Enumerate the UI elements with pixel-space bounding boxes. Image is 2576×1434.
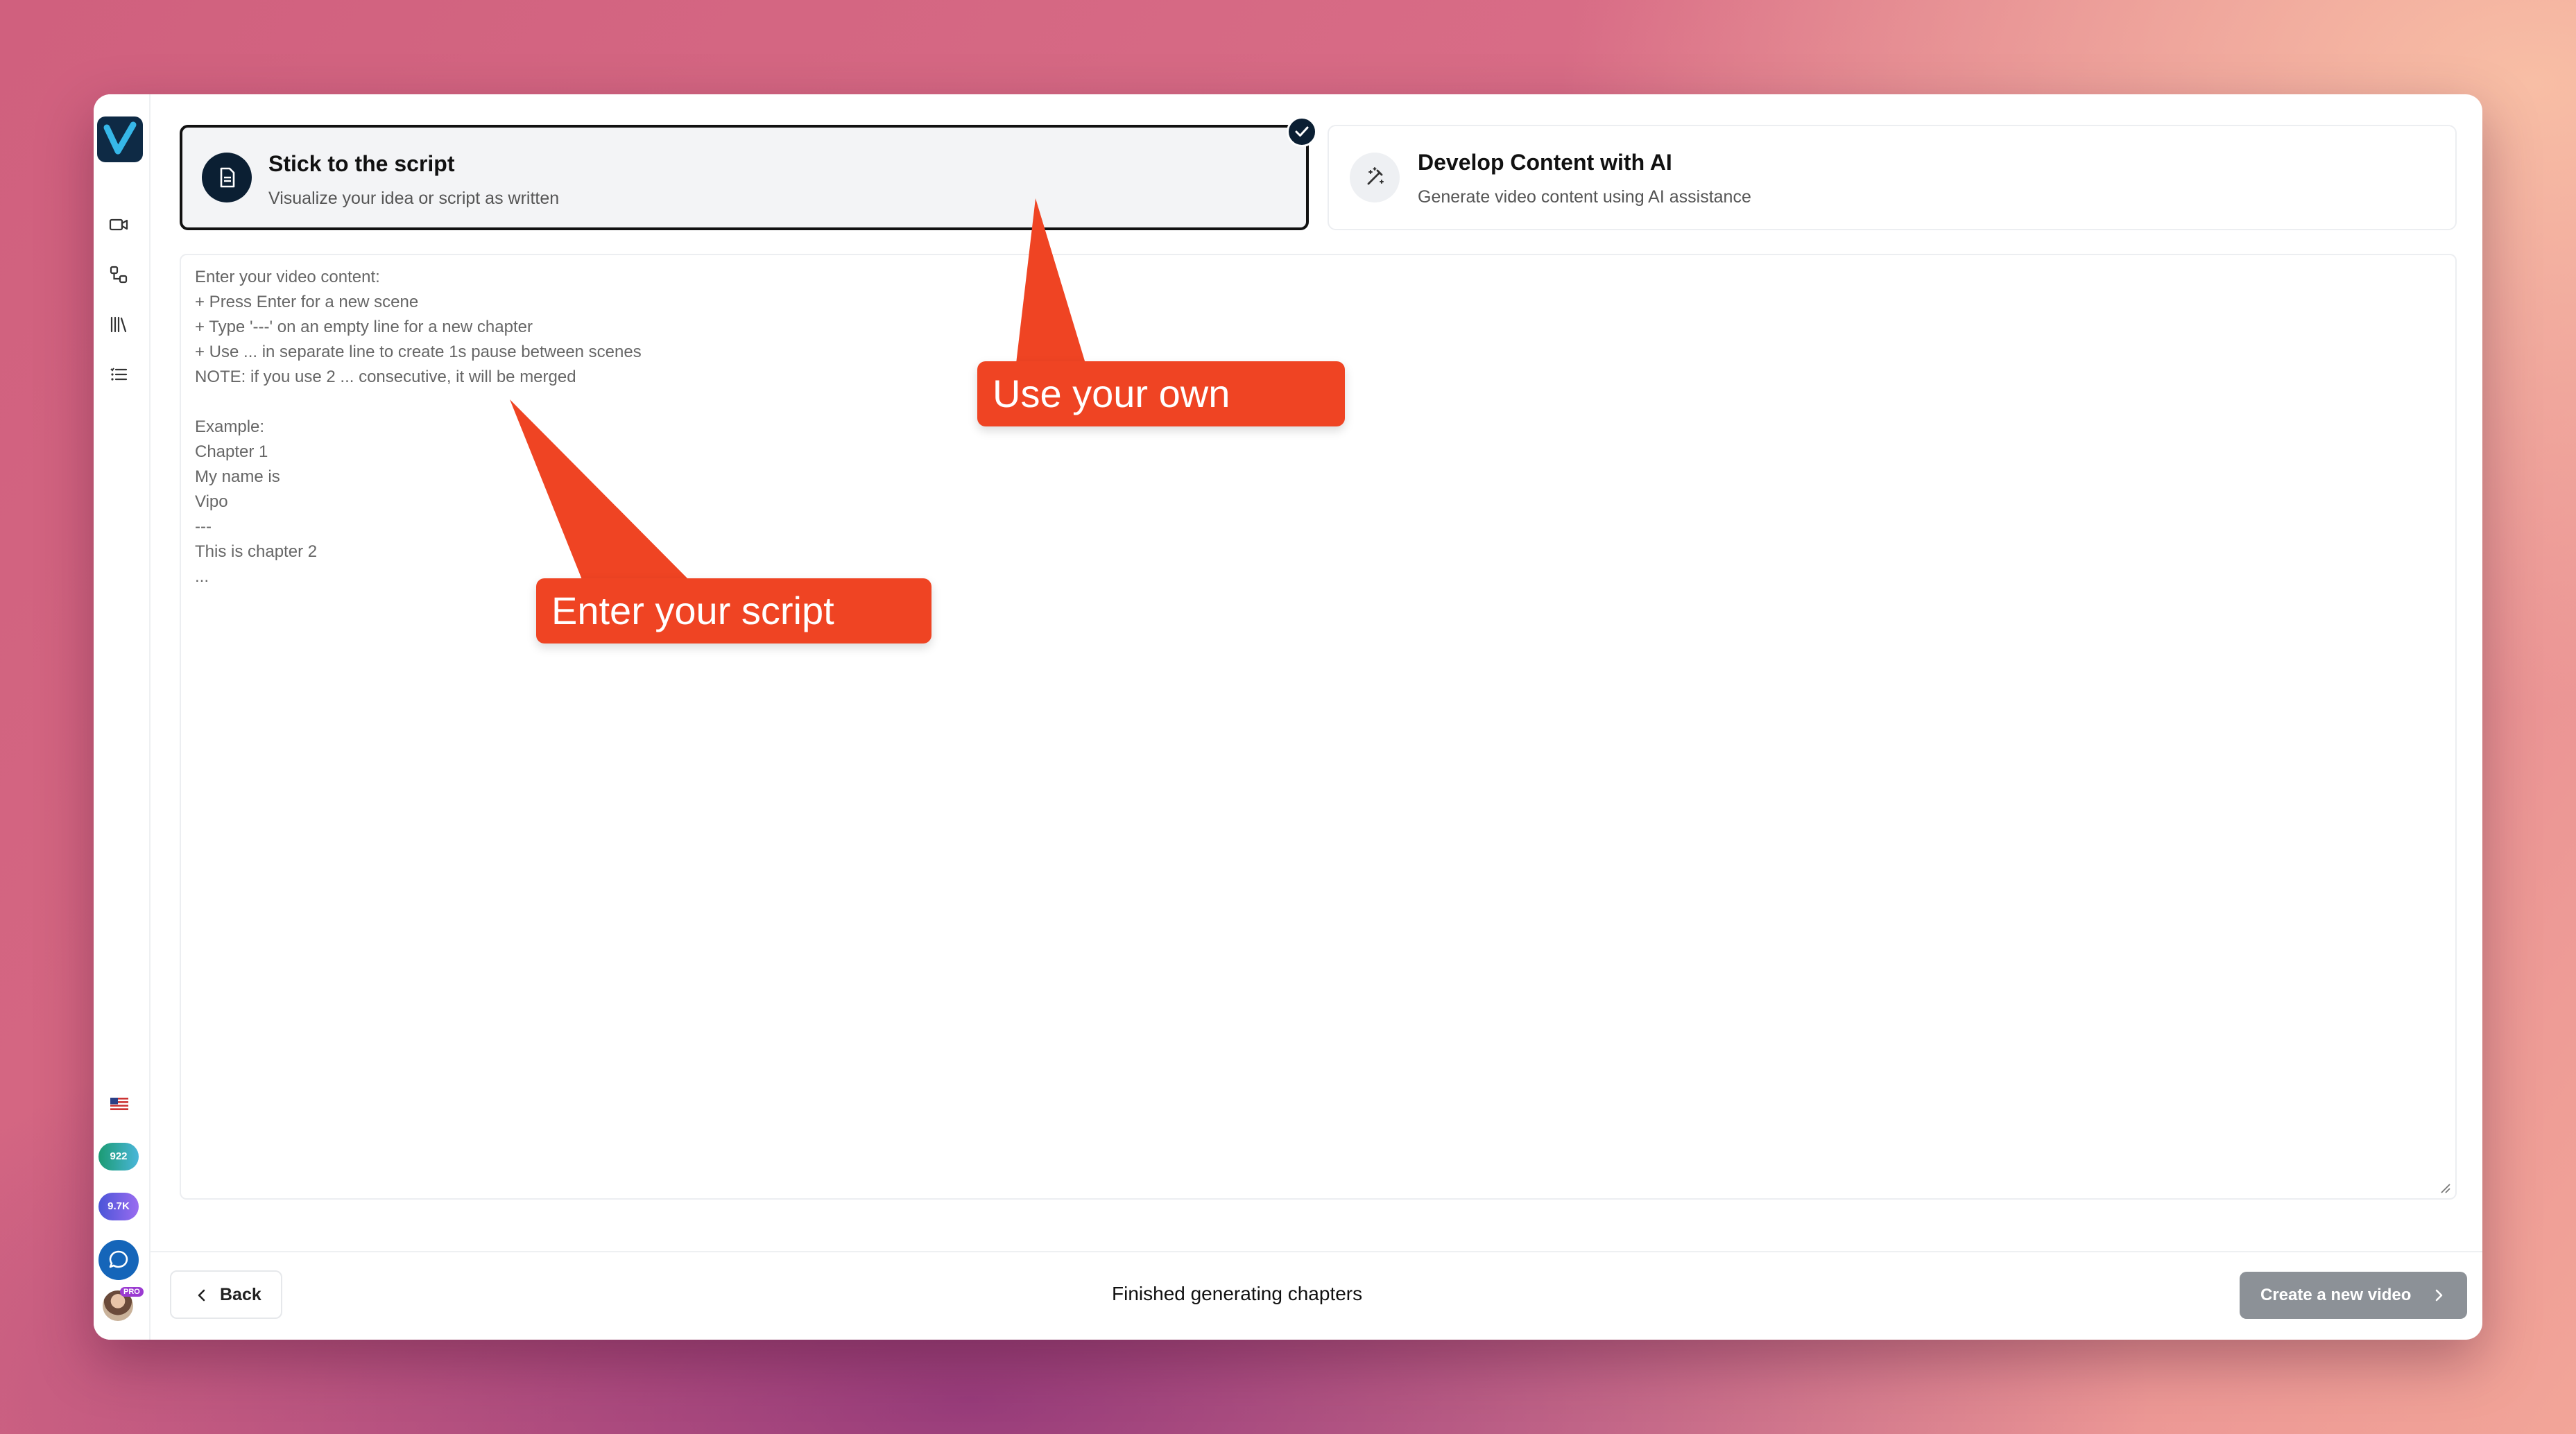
callout-arrow-top <box>1016 198 1085 363</box>
selected-check-icon <box>1287 116 1317 147</box>
logo-v-icon <box>103 121 137 155</box>
create-new-video-button[interactable]: Create a new video <box>2240 1272 2467 1319</box>
pro-badge: PRO <box>120 1287 144 1297</box>
resize-handle-icon[interactable] <box>2439 1182 2451 1194</box>
back-button[interactable]: Back <box>170 1270 282 1319</box>
library-icon[interactable] <box>108 313 130 336</box>
tokens-count: 9.7K <box>108 1200 130 1212</box>
chat-button[interactable] <box>98 1240 139 1280</box>
card-description: Visualize your idea or script as written <box>268 189 560 208</box>
list-icon[interactable] <box>108 363 130 386</box>
video-icon[interactable] <box>108 214 130 236</box>
callout-enter-script: Enter your script here <box>536 578 931 698</box>
us-flag-icon[interactable] <box>110 1098 128 1110</box>
app-window: 922 9.7K PRO Stick to the script Visuali… <box>94 94 2482 1340</box>
chat-icon <box>109 1250 128 1268</box>
credits-count: 922 <box>110 1150 128 1162</box>
tokens-badge[interactable]: 9.7K <box>98 1193 139 1220</box>
footer-divider <box>149 1251 2482 1252</box>
chevron-right-icon <box>2435 1289 2443 1302</box>
back-label: Back <box>220 1285 261 1304</box>
create-label: Create a new video <box>2260 1286 2412 1304</box>
status-message: Finished generating chapters <box>1112 1283 1363 1304</box>
callout-arrow-editor <box>510 399 690 581</box>
workflow-icon[interactable] <box>108 264 130 286</box>
app-logo[interactable] <box>97 116 143 162</box>
magic-wand-icon <box>1367 167 1384 185</box>
magic-wand-icon-wrap <box>1350 153 1400 202</box>
document-icon-wrap <box>202 153 252 202</box>
card-title: Stick to the script <box>268 151 455 176</box>
mode-card-develop-with-ai[interactable]: Develop Content with AI Generate video c… <box>1328 125 2457 230</box>
sidebar: 922 9.7K PRO <box>94 94 151 1340</box>
card-description: Generate video content using AI assistan… <box>1418 187 1751 207</box>
document-icon <box>220 167 235 188</box>
chevron-left-icon <box>198 1289 205 1302</box>
credits-badge[interactable]: 922 <box>98 1143 139 1170</box>
card-title: Develop Content with AI <box>1418 150 1672 175</box>
callout-use-own-script: Use your own script <box>977 361 1345 481</box>
